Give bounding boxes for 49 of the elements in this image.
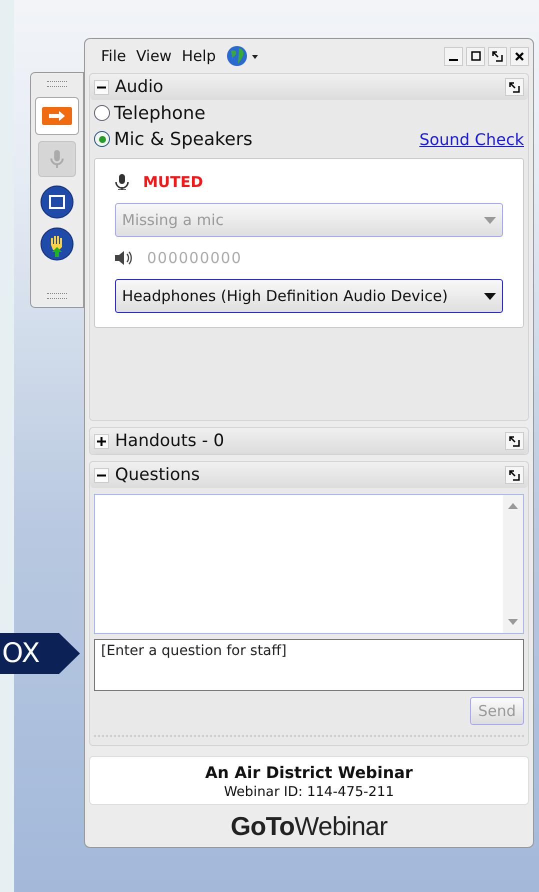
- radio-button[interactable]: [94, 131, 110, 147]
- sound-check-link[interactable]: Sound Check: [419, 130, 524, 148]
- microphone-icon: [50, 149, 64, 169]
- popout-button[interactable]: [505, 466, 524, 484]
- speaker-select[interactable]: Headphones (High Definition Audio Device): [115, 279, 503, 313]
- callout-label: OX: [0, 633, 80, 674]
- toggle-button[interactable]: [94, 468, 109, 482]
- toggle-button[interactable]: [94, 80, 109, 94]
- question-input[interactable]: [Enter a question for staff]: [94, 639, 524, 691]
- caret-icon: [484, 216, 496, 224]
- minimize-icon: [449, 58, 458, 60]
- menu-item[interactable]: View: [136, 47, 172, 65]
- caret-icon: [484, 292, 496, 300]
- section-title: Audio: [115, 77, 164, 97]
- maximize-icon: [470, 51, 480, 61]
- speaker-level-meter: 000000000: [147, 249, 242, 267]
- close-icon: [515, 52, 524, 60]
- popout-icon: [509, 82, 520, 92]
- maximize-button[interactable]: [466, 46, 485, 66]
- plus-icon: [97, 436, 106, 446]
- popout-button[interactable]: [488, 46, 507, 66]
- radio-label: Telephone: [114, 102, 206, 124]
- webinar-title: An Air District Webinar: [205, 763, 413, 782]
- radio-label: Mic & Speakers: [114, 128, 252, 150]
- grip-handle: [47, 293, 67, 299]
- close-button[interactable]: [510, 46, 529, 66]
- menu-item[interactable]: Help: [182, 47, 216, 65]
- globe-icon[interactable]: [226, 45, 260, 67]
- webinar-id: Webinar ID: 114-475-211: [224, 784, 394, 800]
- popout-icon: [509, 470, 520, 480]
- microphone-icon: [115, 174, 129, 190]
- popout-button[interactable]: [505, 78, 524, 96]
- radio-button[interactable]: [94, 105, 110, 121]
- mic-status: MUTED: [143, 173, 204, 191]
- minimize-button[interactable]: [444, 46, 463, 66]
- raise-hand-icon: [40, 227, 74, 261]
- screen-icon: [40, 185, 74, 219]
- logo: GoToWebinar: [230, 810, 388, 842]
- menu-item[interactable]: File: [101, 47, 126, 65]
- scroll-down-icon[interactable]: [508, 619, 518, 625]
- grip-handle: [47, 81, 67, 87]
- section-title: Handouts - 0: [115, 431, 224, 451]
- scroll-up-icon[interactable]: [508, 503, 518, 509]
- popout-icon: [492, 50, 503, 62]
- popout-button[interactable]: [505, 432, 524, 450]
- toggle-button[interactable]: [94, 434, 109, 448]
- section-title: Questions: [115, 465, 200, 485]
- popout-icon: [509, 436, 520, 446]
- speaker-icon: [115, 251, 133, 265]
